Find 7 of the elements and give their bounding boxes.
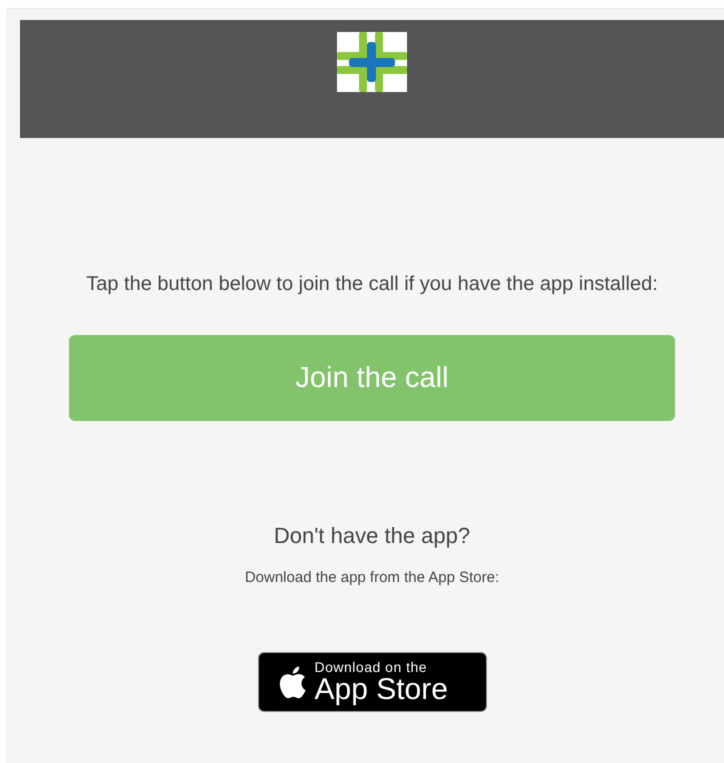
intro-text: Tap the button below to join the call if you have the app installed: bbox=[85, 272, 659, 297]
download-text: Download the app from the App Store: bbox=[244, 569, 500, 586]
cross-logo-icon bbox=[337, 32, 407, 92]
badge-large-text: App Store bbox=[314, 674, 448, 704]
badge-small-text: Download on the bbox=[314, 660, 428, 674]
app-store-badge[interactable]: Download on the App Store bbox=[258, 652, 486, 712]
no-app-heading: Don't have the app? bbox=[274, 523, 470, 549]
